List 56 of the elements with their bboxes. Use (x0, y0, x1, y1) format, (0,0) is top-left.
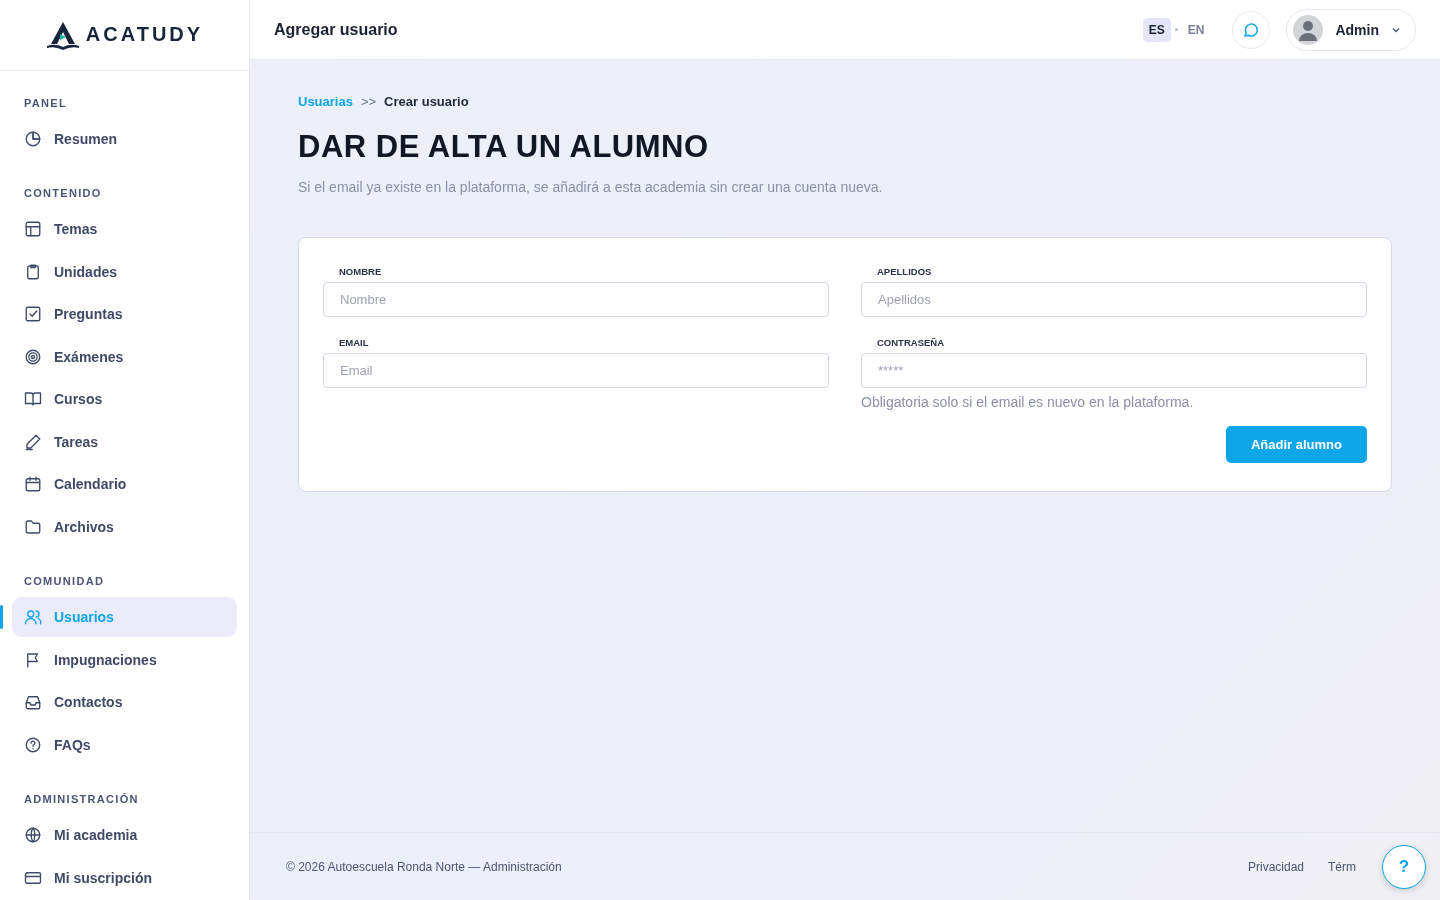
clipboard-icon (24, 262, 42, 281)
help-circle-icon (24, 735, 42, 754)
sidebar-item[interactable]: Impugnaciones (12, 639, 237, 680)
sidebar-item[interactable]: Resumen (12, 118, 237, 159)
folder-icon (24, 517, 42, 536)
globe-icon (24, 826, 42, 844)
footer-copyright: © 2026 Autoescuela Ronda Norte — Administración (286, 859, 563, 874)
sidebar-item[interactable]: Exámenes (12, 336, 237, 377)
language-toggle[interactable]: EN (1181, 17, 1211, 42)
sidebar-item[interactable]: Cursos (12, 379, 237, 419)
section-heading: CONTENIDO (23, 186, 103, 201)
sidebar-item[interactable]: Contactos (12, 682, 237, 722)
target-icon (24, 347, 42, 366)
sidebar-item[interactable]: Archivos (12, 506, 237, 547)
sidebar-item[interactable]: Temas (12, 209, 237, 249)
layout-icon (24, 220, 42, 238)
page-description: Si el email ya existe en la plataforma, se añadirá a esta academia sin crear una cuenta nueva. (298, 179, 884, 195)
section-heading: ADMINISTRACIÓN (23, 792, 140, 807)
footer-link[interactable]: Térm (1328, 859, 1356, 874)
pie-chart-icon (24, 129, 42, 148)
page-header-title: Agregar usuario (274, 20, 399, 39)
field-label: APELLIDOS (876, 266, 933, 277)
footer-link[interactable]: Privacidad (1247, 859, 1304, 874)
page-title: DAR DE ALTA UN ALUMNO (298, 129, 710, 165)
logo-text: ACATUDY (85, 23, 204, 47)
chat-button[interactable] (1232, 10, 1271, 49)
sidebar-item[interactable]: Preguntas (12, 294, 237, 334)
sidebar-item[interactable]: Calendario (12, 464, 237, 504)
sidebar-item[interactable]: FAQs (12, 724, 237, 765)
breadcrumb-current: Crear usuario (384, 94, 469, 109)
input-field[interactable]: Nombre (323, 282, 829, 317)
calendar-icon (24, 475, 42, 493)
pen-icon (24, 432, 42, 451)
users-icon (24, 608, 42, 626)
field-label: NOMBRE (338, 266, 383, 277)
language-toggle[interactable]: ES (1142, 17, 1171, 42)
section-heading: COMUNIDAD (23, 574, 106, 589)
input-field[interactable]: ***** (861, 353, 1367, 388)
breadcrumb-separator: >> (360, 94, 377, 109)
book-icon (24, 390, 42, 408)
active-indicator (0, 605, 3, 629)
user-menu[interactable]: Admin (1286, 8, 1416, 51)
sidebar-item[interactable]: Mi academia (12, 815, 237, 855)
chat-bubble-icon (1242, 20, 1261, 39)
section-heading: PANEL (23, 95, 68, 111)
field-label: EMAIL (338, 337, 370, 348)
sidebar-item[interactable]: Unidades (12, 251, 237, 292)
field-label: CONTRASEÑA (876, 337, 946, 348)
field-hint: Obligatoria solo si el email es nuevo en la plataforma. (861, 394, 1195, 410)
input-field[interactable]: Email (323, 353, 829, 388)
sidebar-item[interactable]: Tareas (12, 421, 237, 462)
inbox-icon (24, 693, 42, 711)
avatar-icon (1293, 14, 1324, 45)
checkbox-icon (24, 305, 42, 323)
input-field[interactable]: Apellidos (861, 282, 1367, 317)
sidebar-item[interactable]: Mi suscripción (12, 857, 237, 898)
